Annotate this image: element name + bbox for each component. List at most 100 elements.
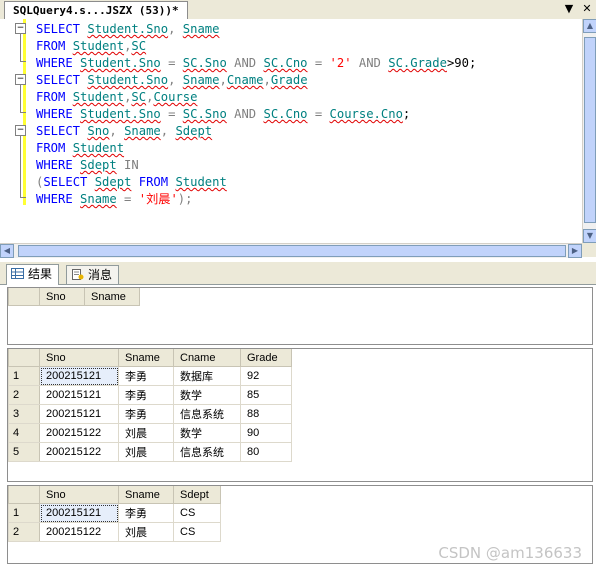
code-token: SC.Sno: [182, 56, 227, 70]
table-cell[interactable]: 200215121: [39, 503, 119, 523]
table-cell[interactable]: 李勇: [118, 366, 174, 386]
table-row[interactable]: 2 200215121 李勇 数学 85: [8, 385, 292, 405]
code-token: ,: [219, 73, 227, 87]
table-row[interactable]: 5 200215122 刘晨 信息系统 80: [8, 442, 292, 462]
code-token: SC.Sno: [182, 107, 227, 121]
table-cell[interactable]: CS: [173, 522, 221, 542]
code-token: =: [307, 56, 330, 70]
column-header[interactable]: Sdept: [173, 486, 221, 504]
table-row[interactable]: 1 200215121 李勇 数据库 92: [8, 366, 292, 386]
code-line: WHERE Student.Sno = SC.Sno AND SC.Cno = …: [36, 106, 410, 123]
row-number[interactable]: 5: [8, 442, 40, 462]
code-line: WHERE Student.Sno = SC.Sno AND SC.Cno = …: [36, 55, 476, 72]
code-token: );: [177, 192, 193, 206]
row-header-corner[interactable]: [8, 349, 40, 367]
table-cell[interactable]: 信息系统: [173, 404, 241, 424]
code-token: =: [307, 107, 330, 121]
column-header[interactable]: Grade: [240, 349, 292, 367]
row-header-corner[interactable]: [8, 288, 40, 306]
result-grid-2[interactable]: Sno Sname Cname Grade 1 200215121 李勇 数据库 92 2 2002…: [7, 348, 593, 482]
column-header[interactable]: Sname: [118, 349, 174, 367]
collapse-icon[interactable]: −: [15, 23, 26, 34]
table-row[interactable]: 3 200215121 李勇 信息系统 88: [8, 404, 292, 424]
code-token: IN: [116, 158, 139, 172]
table-cell[interactable]: 200215122: [39, 423, 119, 443]
table-cell[interactable]: 85: [240, 385, 292, 405]
table-cell[interactable]: 200215122: [39, 522, 119, 542]
table-cell[interactable]: 200215121: [39, 385, 119, 405]
table-cell[interactable]: 200215121: [39, 366, 119, 386]
column-header[interactable]: Sname: [118, 486, 174, 504]
horizontal-scroll-thumb[interactable]: [18, 245, 566, 257]
fold-line: [20, 136, 21, 197]
code-token: FROM: [131, 175, 176, 189]
table-cell[interactable]: 200215122: [39, 442, 119, 462]
horizontal-scrollbar[interactable]: ◀ ▶: [0, 243, 582, 258]
table-cell[interactable]: 200215121: [39, 404, 119, 424]
scroll-left-icon[interactable]: ◀: [0, 244, 14, 258]
chevron-down-icon[interactable]: ▼: [562, 2, 576, 16]
code-token: SC.Grade: [388, 56, 447, 70]
table-cell[interactable]: 刘晨: [118, 442, 174, 462]
result-grid-1[interactable]: Sno Sname: [7, 287, 593, 345]
vertical-scroll-thumb[interactable]: [584, 37, 596, 223]
table-cell[interactable]: 92: [240, 366, 292, 386]
table-cell[interactable]: 李勇: [118, 385, 174, 405]
table-cell[interactable]: CS: [173, 503, 221, 523]
vertical-scrollbar[interactable]: ▲ ▼: [582, 19, 596, 243]
scroll-down-icon[interactable]: ▼: [583, 229, 596, 243]
code-token: AND: [351, 56, 389, 70]
column-header[interactable]: Sno: [39, 288, 85, 306]
code-token: Sdept: [80, 158, 117, 172]
table-cell[interactable]: 李勇: [118, 503, 174, 523]
table-row[interactable]: 4 200215122 刘晨 数学 90: [8, 423, 292, 443]
table-cell[interactable]: 90: [240, 423, 292, 443]
tab-messages[interactable]: 消息: [66, 265, 120, 284]
table-row[interactable]: 1 200215121 李勇 CS: [8, 503, 221, 523]
code-token: Sname: [80, 192, 117, 206]
fold-end: [20, 197, 26, 198]
collapse-icon[interactable]: −: [15, 74, 26, 85]
row-number[interactable]: 3: [8, 404, 40, 424]
code-token: ,: [168, 73, 183, 87]
code-token: =: [160, 56, 183, 70]
table-cell[interactable]: 数据库: [173, 366, 241, 386]
code-line: WHERE Sdept IN: [36, 157, 139, 174]
row-number[interactable]: 1: [8, 366, 40, 386]
column-header[interactable]: Sno: [39, 486, 119, 504]
scroll-right-icon[interactable]: ▶: [568, 244, 582, 258]
document-tab[interactable]: SQLQuery4.s...JSZX (53))*: [4, 1, 188, 19]
code-token: Sno: [87, 124, 110, 138]
column-header[interactable]: Cname: [173, 349, 241, 367]
scroll-up-icon[interactable]: ▲: [583, 19, 596, 33]
tab-results[interactable]: 结果: [6, 264, 60, 285]
table-cell[interactable]: 刘晨: [118, 522, 174, 542]
code-token: AND: [226, 56, 264, 70]
table-cell[interactable]: 信息系统: [173, 442, 241, 462]
code-token: SC.Cno: [263, 56, 308, 70]
code-token: Student.Sno: [80, 56, 161, 70]
table-cell[interactable]: 88: [240, 404, 292, 424]
row-number[interactable]: 1: [8, 503, 40, 523]
code-line: (SELECT Sdept FROM Student: [36, 174, 227, 191]
row-header-corner[interactable]: [8, 486, 40, 504]
table-cell[interactable]: 刘晨: [118, 423, 174, 443]
table-cell[interactable]: 数学: [173, 385, 241, 405]
table-row[interactable]: 2 200215122 刘晨 CS: [8, 522, 221, 542]
table-cell[interactable]: 数学: [173, 423, 241, 443]
code-token: Student.Sno: [87, 73, 169, 87]
column-header[interactable]: Sno: [39, 349, 119, 367]
column-header[interactable]: Sname: [84, 288, 140, 306]
code-token: ,: [109, 124, 125, 138]
code-line: SELECT Student.Sno, Sname: [36, 21, 219, 38]
row-number[interactable]: 4: [8, 423, 40, 443]
collapse-icon[interactable]: −: [15, 125, 26, 136]
row-number[interactable]: 2: [8, 522, 40, 542]
table-cell[interactable]: 80: [240, 442, 292, 462]
code-token: SC.Cno: [263, 107, 308, 121]
row-number[interactable]: 2: [8, 385, 40, 405]
close-icon[interactable]: ✕: [580, 2, 594, 16]
table-cell[interactable]: 李勇: [118, 404, 174, 424]
code-token: FROM: [36, 39, 73, 53]
sql-editor[interactable]: − − − SELECT Student.Sno, Sname FROM Stud…: [0, 19, 582, 243]
